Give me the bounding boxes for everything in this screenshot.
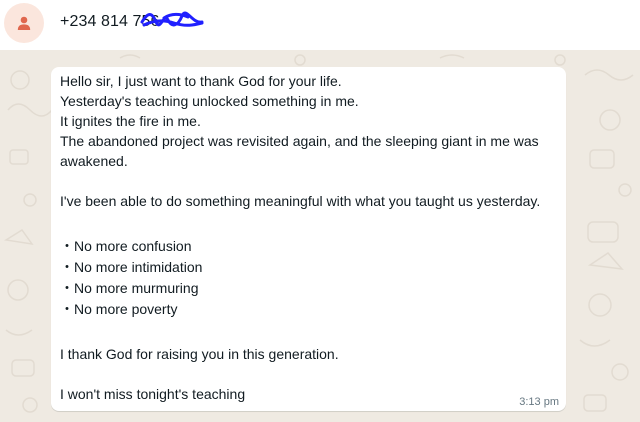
message-text-line: I won't miss tonight's teaching bbox=[60, 386, 246, 402]
message-bullet-item: ・No more confusion bbox=[60, 238, 192, 254]
message-bullet-item: ・No more poverty bbox=[60, 301, 178, 317]
chat-screen: +234 814 756 Hello sir, I just want to t… bbox=[0, 0, 640, 422]
chat-header[interactable]: +234 814 756 bbox=[0, 0, 640, 50]
message-text-line: Yesterday's teaching unlocked something … bbox=[60, 93, 359, 109]
avatar[interactable] bbox=[4, 3, 44, 43]
person-icon bbox=[17, 16, 31, 30]
message-text-line: I've been able to do something meaningfu… bbox=[60, 193, 541, 209]
message-text-line: The abandoned project was revisited agai… bbox=[60, 133, 539, 149]
message-bullet-item: ・No more intimidation bbox=[60, 259, 203, 275]
message-text-line: Hello sir, I just want to thank God for … bbox=[60, 73, 342, 89]
redaction-scribble bbox=[140, 11, 204, 27]
message-text-line: It ignites the fire in me. bbox=[60, 113, 201, 129]
message-text-line: awakened. bbox=[60, 153, 128, 169]
message-text-line: I thank God for raising you in this gene… bbox=[60, 346, 339, 362]
message-bullet-item: ・No more murmuring bbox=[60, 280, 199, 296]
message-bubble[interactable]: Hello sir, I just want to thank God for … bbox=[51, 67, 566, 411]
message-timestamp: 3:13 pm bbox=[519, 396, 559, 408]
